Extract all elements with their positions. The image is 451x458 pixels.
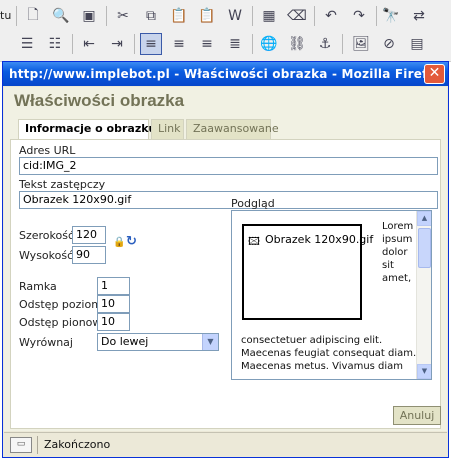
preview-text-line: Lorem [382, 221, 414, 232]
width-label: Szerokość [19, 229, 75, 242]
toolbar-separator [376, 6, 377, 26]
reset-size-icon[interactable]: ↻ [126, 234, 137, 249]
align-right-icon[interactable]: ≡ [196, 33, 218, 55]
preview-frame[interactable]: 🖾 Obrazek 120x90.gif Lorem ipsum dolor s… [231, 210, 432, 380]
link-icon[interactable]: 🌐 [258, 33, 280, 55]
preview-icon[interactable]: 🔍 [50, 5, 72, 27]
window-titlebar[interactable]: http://www.implebot.pl - Właściwości obr… [3, 62, 448, 86]
scroll-down-icon[interactable]: ▼ [417, 364, 431, 379]
eraser-icon[interactable]: ⌫ [286, 5, 308, 27]
outdent-icon[interactable]: ⇤ [78, 33, 100, 55]
hspace-label: Odstęp poziomy [19, 298, 109, 311]
status-page-icon: ▭ [10, 437, 32, 453]
status-divider [37, 436, 38, 454]
window-title: http://www.implebot.pl - Właściwości obr… [9, 67, 444, 81]
popup-window: http://www.implebot.pl - Właściwości obr… [2, 61, 449, 458]
find-icon[interactable]: 🔭 [380, 5, 402, 27]
align-left-icon[interactable]: ≡ [140, 33, 162, 55]
lock-ratio-icon[interactable]: 🔒 [113, 237, 125, 248]
broken-image-icon: 🖾 [248, 235, 260, 248]
toolbar-separator [16, 6, 17, 26]
templates-icon[interactable]: ▣ [78, 5, 100, 27]
indent-icon[interactable]: ⇥ [106, 33, 128, 55]
cancel-button[interactable]: Anuluj [393, 406, 441, 425]
toolbar-separator [72, 34, 73, 54]
new-page-icon[interactable]: 🗋 [22, 5, 44, 27]
justify-icon[interactable]: ≣ [224, 33, 246, 55]
vspace-label: Odstęp pionowy [19, 316, 108, 329]
image-icon[interactable]: 🖼 [350, 33, 372, 55]
preview-text-line: ipsum [382, 234, 413, 245]
unlink-icon[interactable]: ⛓ [286, 33, 308, 55]
copy-icon[interactable]: ⧉ [140, 5, 162, 27]
toolbar-partial-label: tu [0, 9, 12, 22]
dialog-title: Właściwości obrazka [14, 91, 185, 110]
toolbar-separator [252, 6, 253, 26]
tab-link[interactable]: Link [151, 119, 184, 139]
cut-icon[interactable]: ✂ [112, 5, 134, 27]
border-label: Ramka [19, 280, 57, 293]
table-props-icon[interactable]: ▤ [406, 33, 428, 55]
url-label: Adres URL [19, 144, 76, 157]
flash-icon[interactable]: ⊘ [378, 33, 400, 55]
paste-text-icon[interactable]: 📋 [196, 5, 218, 27]
table-icon[interactable]: ▦ [258, 5, 280, 27]
redo-icon[interactable]: ↷ [348, 5, 370, 27]
toolbar-separator [342, 34, 343, 54]
anchor-icon[interactable]: ⚓ [314, 33, 336, 55]
preview-text-line: amet, [382, 273, 412, 284]
status-text: Zakończono [44, 438, 111, 451]
toolbar-row-1: tu 🗋 🔍 ▣ ✂ ⧉ 📋 📋 W ▦ ⌫ ↶ ↷ 🔭 ⇄ [0, 3, 451, 31]
tab-panel: Adres URL cid:IMG_2 Tekst zastępczy Obra… [10, 139, 441, 429]
status-bar: ▭ Zakończono [4, 432, 447, 456]
paste-word-icon[interactable]: W [224, 5, 246, 27]
toolbar-separator [252, 34, 253, 54]
undo-icon[interactable]: ↶ [320, 5, 342, 27]
scroll-thumb[interactable] [418, 228, 431, 268]
preview-text-line: Maecenas metus. Vivamus diam [241, 361, 404, 372]
preview-alt-text: Obrazek 120x90.gif [265, 233, 374, 246]
url-input[interactable]: cid:IMG_2 [19, 157, 438, 175]
replace-icon[interactable]: ⇄ [408, 5, 430, 27]
preview-scrollbar[interactable]: ▲ ▼ [416, 211, 431, 379]
vspace-input[interactable]: 10 [97, 313, 130, 331]
toolbar-separator [106, 6, 107, 26]
preview-image-placeholder: 🖾 Obrazek 120x90.gif [242, 224, 373, 320]
image-properties-dialog: Właściwości obrazka Informacje o obrazku… [4, 87, 447, 431]
toolbar-separator [314, 6, 315, 26]
preview-text-line: sit [382, 260, 394, 271]
align-selected-value: Do lewej [101, 335, 149, 348]
alt-text-label: Tekst zastępczy [19, 178, 106, 191]
preview-text-line: consectetuer adipiscing elit. [241, 335, 383, 346]
width-input[interactable]: 120 [72, 226, 106, 244]
preview-text-line: Maecenas feugiat consequat diam. [241, 348, 417, 359]
scroll-up-icon[interactable]: ▲ [417, 211, 431, 226]
editor-toolbar: tu 🗋 🔍 ▣ ✂ ⧉ 📋 📋 W ▦ ⌫ ↶ ↷ 🔭 ⇄ ☰ ☷ ⇤ ⇥ ≡… [0, 0, 451, 62]
border-input[interactable]: 1 [97, 277, 130, 295]
paste-icon[interactable]: 📋 [168, 5, 190, 27]
bulleted-list-icon[interactable]: ☷ [44, 33, 66, 55]
align-center-icon[interactable]: ≡ [168, 33, 190, 55]
chevron-down-icon[interactable]: ▼ [202, 334, 218, 350]
height-input[interactable]: 90 [72, 246, 106, 264]
align-select[interactable]: Do lewej ▼ [97, 333, 219, 351]
tab-advanced[interactable]: Zaawansowane [186, 119, 279, 139]
preview-text-line: dolor [382, 247, 408, 258]
align-label: Wyrównaj [19, 336, 73, 349]
height-label: Wysokość [19, 249, 74, 262]
tab-image-info[interactable]: Informacje o obrazku [18, 119, 156, 140]
close-button[interactable]: ✕ [424, 64, 445, 84]
preview-label: Podgląd [231, 197, 275, 210]
close-icon: ✕ [428, 65, 441, 81]
toolbar-row-2: ☰ ☷ ⇤ ⇥ ≡ ≡ ≡ ≣ 🌐 ⛓ ⚓ 🖼 ⊘ ▤ [0, 31, 451, 59]
alt-text-input[interactable]: Obrazek 120x90.gif [19, 191, 438, 209]
toolbar-separator [134, 34, 135, 54]
hspace-input[interactable]: 10 [97, 295, 130, 313]
numbered-list-icon[interactable]: ☰ [16, 33, 38, 55]
